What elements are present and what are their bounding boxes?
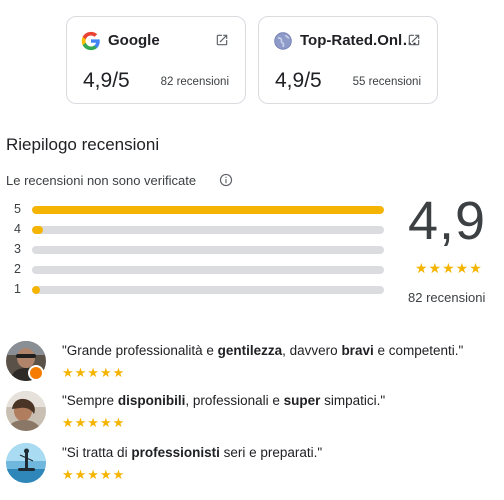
local-guide-badge [28, 365, 44, 381]
globe-icon [274, 32, 292, 50]
reviews-summary-title: Riepilogo recensioni [6, 135, 160, 154]
source-score: 4,9/5 [83, 69, 130, 92]
reviewer-photo [6, 391, 46, 431]
rating-bar-fill [32, 226, 43, 234]
source-review-count: 82 recensioni [160, 76, 229, 88]
review-item[interactable]: "Si tratta di professionisti seri e prep… [0, 443, 504, 487]
google-reviews-card[interactable]: Google 4,9/5 82 recensioni [66, 16, 246, 104]
review-text: "Sempre disponibili, professionali e sup… [62, 393, 385, 408]
rating-level: 1 [14, 282, 21, 296]
rating-level: 3 [14, 242, 21, 256]
rating-bar-fill [32, 206, 384, 214]
average-stars: ★★★★★ [415, 260, 483, 276]
source-score: 4,9/5 [275, 69, 322, 92]
review-text-highlight: professionisti [131, 445, 220, 460]
review-text-part: "Grande professionalità e [62, 343, 218, 358]
avatar [6, 391, 46, 431]
review-text-part: simpatici." [320, 393, 386, 408]
review-text-part: e competenti." [373, 343, 464, 358]
rating-bar-track [32, 266, 384, 274]
review-stars: ★★★★★ [62, 467, 126, 482]
rating-row-5[interactable]: 5 [0, 202, 390, 218]
review-text-part: , davvero [282, 343, 342, 358]
rating-row-2[interactable]: 2 [0, 262, 390, 278]
open-in-new-icon[interactable] [215, 33, 229, 47]
review-text-part: "Sempre [62, 393, 118, 408]
reviewer-photo [6, 443, 46, 483]
rating-row-1[interactable]: 1 [0, 282, 390, 298]
rating-bar-fill [32, 286, 40, 294]
review-text-highlight: gentilezza [217, 343, 283, 358]
review-stars: ★★★★★ [62, 415, 126, 430]
review-text-highlight: bravi [341, 343, 374, 358]
source-name: Google [108, 32, 160, 49]
source-review-count: 55 recensioni [352, 76, 421, 88]
rating-level: 5 [14, 202, 21, 216]
review-text-part: seri e preparati." [219, 445, 323, 460]
review-text: "Si tratta di professionisti seri e prep… [62, 445, 322, 460]
rating-level: 4 [14, 222, 21, 236]
average-rating: 4,9 [408, 191, 487, 251]
review-text-part: , professionali e [185, 393, 284, 408]
review-text-highlight: disponibili [117, 393, 186, 408]
avatar [6, 443, 46, 483]
source-name: Top-Rated.Onl… [300, 32, 418, 49]
review-text-highlight: super [283, 393, 321, 408]
top-rated-reviews-card[interactable]: Top-Rated.Onl… 4,9/5 55 recensioni [258, 16, 438, 104]
info-icon[interactable] [219, 173, 233, 187]
rating-row-3[interactable]: 3 [0, 242, 390, 258]
open-in-new-icon[interactable] [407, 33, 421, 47]
rating-level: 2 [14, 262, 21, 276]
review-item[interactable]: "Sempre disponibili, professionali e sup… [0, 391, 504, 435]
rating-bar-track [32, 286, 384, 294]
unverified-notice: Le recensioni non sono verificate [6, 173, 197, 188]
review-item[interactable]: "Grande professionalità e gentilezza, da… [0, 341, 504, 385]
review-text: "Grande professionalità e gentilezza, da… [62, 343, 463, 358]
rating-bar-track [32, 246, 384, 254]
total-review-count: 82 recensioni [408, 290, 486, 305]
rating-bar-track [32, 206, 384, 214]
rating-row-4[interactable]: 4 [0, 222, 390, 238]
review-stars: ★★★★★ [62, 365, 126, 380]
google-logo-icon [81, 31, 100, 51]
review-text-part: "Si tratta di [62, 445, 132, 460]
rating-bar-track [32, 226, 384, 234]
